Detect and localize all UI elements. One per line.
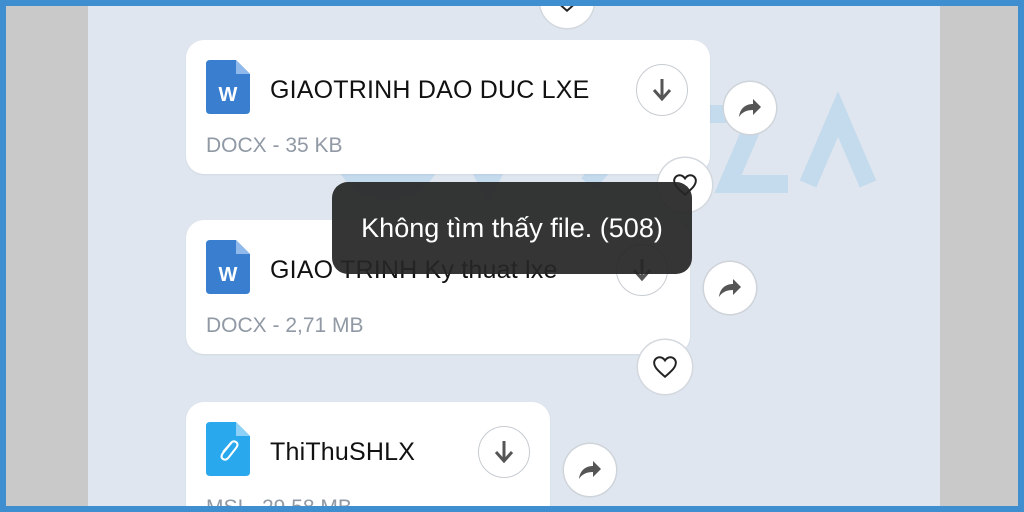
word-doc-icon: W (206, 60, 250, 114)
download-icon (494, 441, 514, 464)
svg-text:W: W (219, 84, 238, 106)
file-name[interactable]: GIAOTRINH DAO DUC LXE (270, 76, 590, 105)
download-button[interactable] (478, 426, 530, 478)
heart-icon (560, 6, 574, 13)
file-meta: DOCX - 35 KB (206, 134, 343, 157)
download-icon (652, 79, 672, 102)
file-meta: MSI - 29,58 MB (206, 496, 352, 506)
heart-icon (653, 356, 677, 379)
share-button[interactable] (724, 82, 776, 134)
svg-text:W: W (219, 264, 238, 286)
share-forward-icon (719, 279, 741, 297)
file-message-card[interactable]: W GIAOTRINH DAO DUC LXE DOCX - 35 KB (186, 40, 710, 174)
share-button[interactable] (704, 262, 756, 314)
share-forward-icon (739, 99, 761, 117)
file-message-card[interactable]: ThiThuSHLX MSI - 29,58 MB (186, 402, 550, 506)
paperclip-file-icon (206, 422, 250, 476)
file-meta: DOCX - 2,71 MB (206, 314, 364, 337)
error-toast: Không tìm thấy file. (508) (332, 182, 692, 274)
download-button[interactable] (636, 64, 688, 116)
reaction-heart-button[interactable] (638, 340, 692, 394)
toast-message: Không tìm thấy file. (508) (361, 212, 663, 243)
share-forward-icon (579, 461, 601, 479)
reaction-heart-button[interactable] (540, 6, 594, 28)
screenshot-frame: W GIAOTRINH DAO DUC LXE DOCX - 35 KB W G… (6, 6, 1018, 506)
share-button[interactable] (564, 444, 616, 496)
file-name[interactable]: ThiThuSHLX (270, 438, 415, 467)
word-doc-icon: W (206, 240, 250, 294)
